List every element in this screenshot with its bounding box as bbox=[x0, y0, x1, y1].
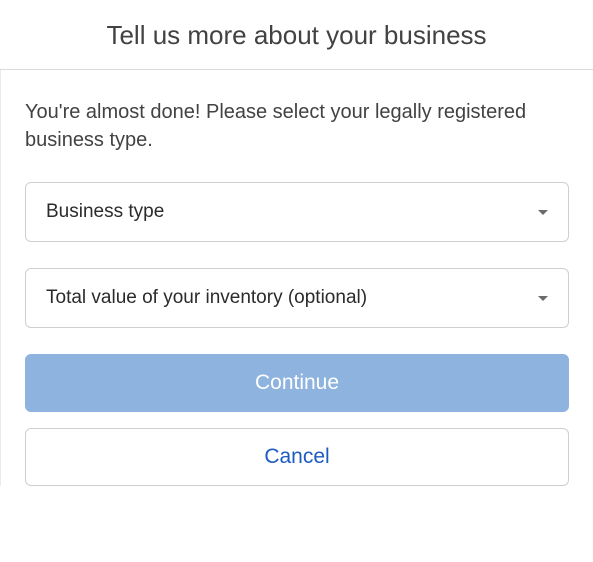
modal-header: Tell us more about your business bbox=[0, 0, 593, 70]
instruction-text: You're almost done! Please select your l… bbox=[25, 98, 569, 154]
inventory-value-label: Total value of your inventory (optional) bbox=[46, 287, 367, 309]
caret-down-icon bbox=[538, 210, 548, 215]
continue-button[interactable]: Continue bbox=[25, 354, 569, 412]
caret-down-icon bbox=[538, 296, 548, 301]
modal-body: You're almost done! Please select your l… bbox=[0, 70, 593, 486]
cancel-button[interactable]: Cancel bbox=[25, 428, 569, 486]
modal-title: Tell us more about your business bbox=[0, 20, 593, 51]
business-type-dropdown[interactable]: Business type bbox=[25, 182, 569, 242]
inventory-value-dropdown[interactable]: Total value of your inventory (optional) bbox=[25, 268, 569, 328]
business-type-label: Business type bbox=[46, 201, 164, 223]
business-info-modal: Tell us more about your business You're … bbox=[0, 0, 593, 486]
